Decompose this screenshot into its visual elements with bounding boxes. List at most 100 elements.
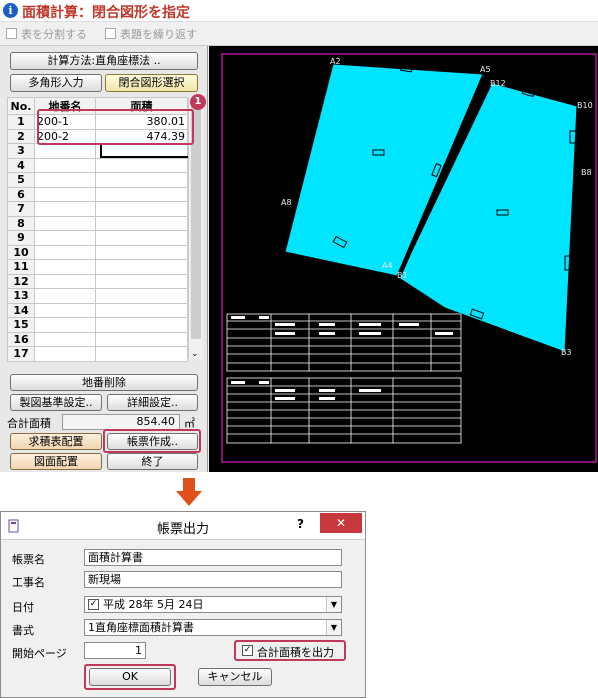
date-picker[interactable]: ✓ 平成 28年 5月 24日 ▼ (84, 596, 342, 613)
repeat-header-checkbox[interactable] (105, 28, 116, 39)
cell-name[interactable] (34, 157, 96, 173)
cell-no: 2 (7, 128, 35, 144)
project-input[interactable]: 新現場 (84, 571, 342, 588)
cell-name[interactable] (34, 201, 96, 217)
cell-no: 10 (7, 244, 35, 260)
table-row[interactable]: 15 (7, 317, 188, 333)
table-row[interactable]: 17 (7, 346, 188, 362)
polygon-input-button[interactable]: 多角形入力 (10, 74, 102, 92)
drawing-settings-button[interactable]: 製図基準設定.. (10, 394, 102, 411)
cell-no: 3 (7, 143, 35, 159)
window-titlebar: i 面積計算：閉合図形を指定 (0, 0, 598, 22)
cell-area[interactable] (95, 288, 188, 304)
cell-no: 9 (7, 230, 35, 246)
table-row[interactable]: 4 (7, 157, 188, 173)
table-row[interactable]: 8 (7, 215, 188, 231)
cad-drawing (221, 53, 597, 463)
cell-area[interactable] (95, 244, 188, 260)
cell-name[interactable] (34, 273, 96, 289)
cell-name[interactable] (34, 172, 96, 188)
chevron-down-icon[interactable]: ▼ (326, 620, 341, 635)
window-title: 面積計算：閉合図形を指定 (22, 5, 190, 21)
cell-no: 15 (7, 317, 35, 333)
cad-canvas[interactable]: A2 A5 B12 B10 B8 B3 A8 A4 B1 (209, 46, 598, 472)
cell-area[interactable] (95, 157, 188, 173)
cell-no: 6 (7, 186, 35, 202)
table-row[interactable]: 5 (7, 172, 188, 188)
closed-select-button[interactable]: 閉合図形選択 (105, 74, 198, 92)
date-checkbox[interactable]: ✓ (88, 599, 99, 610)
cell-area[interactable] (95, 172, 188, 188)
cell-name[interactable] (34, 259, 96, 275)
cell-no: 7 (7, 201, 35, 217)
cell-name[interactable] (34, 230, 96, 246)
form-name-input[interactable]: 面積計算書 (84, 549, 342, 566)
cell-area[interactable] (95, 230, 188, 246)
table-row[interactable]: 11 (7, 259, 188, 275)
detail-settings-button[interactable]: 詳細設定.. (107, 394, 198, 411)
table-row[interactable]: 9 (7, 230, 188, 246)
exit-button[interactable]: 終了 (107, 453, 198, 470)
table-row[interactable]: 12 (7, 273, 188, 289)
help-button[interactable]: ? (297, 517, 304, 531)
cell-area[interactable] (95, 273, 188, 289)
rows-highlight (37, 109, 194, 145)
table-row[interactable]: 13 (7, 288, 188, 304)
table-row[interactable]: 6 (7, 186, 188, 202)
dialog-titlebar: 帳票出力 ? ✕ (1, 512, 365, 540)
cell-no: 16 (7, 331, 35, 347)
cell-name[interactable] (34, 215, 96, 231)
cell-no: 13 (7, 288, 35, 304)
start-page-input[interactable]: 1 (84, 642, 146, 659)
point-label: A5 (480, 65, 491, 74)
chevron-down-icon[interactable]: ▼ (326, 597, 341, 612)
dialog-title: 帳票出力 (156, 522, 209, 537)
cell-no: 17 (7, 346, 35, 362)
down-arrow-icon (176, 478, 202, 506)
total-area-value: 854.40 (62, 414, 180, 430)
area-calc-window: i 面積計算：閉合図形を指定 表を分割する 表題を繰り返す 計算方法:直角座標法… (0, 0, 598, 472)
cell-name[interactable] (34, 346, 96, 362)
total-output-label: 合計面積を出力 (257, 646, 334, 659)
cell-area[interactable] (95, 346, 188, 362)
scroll-down-icon[interactable]: ⌄ (191, 349, 199, 359)
cell-area[interactable] (95, 259, 188, 275)
cell-area[interactable] (95, 317, 188, 333)
start-page-label: 開始ページ (12, 647, 67, 660)
point-label: B8 (581, 168, 592, 177)
cancel-button[interactable]: キャンセル (198, 668, 272, 686)
area-table-button[interactable]: 求積表配置 (10, 433, 102, 450)
table-row[interactable]: 10 (7, 244, 188, 260)
cell-name[interactable] (34, 288, 96, 304)
cell-name[interactable] (34, 143, 96, 159)
point-label: A4 (382, 261, 393, 270)
total-output-checkbox[interactable]: ✓ (242, 645, 253, 656)
repeat-header-label: 表題を繰り返す (120, 28, 197, 41)
table-row[interactable]: 16 (7, 331, 188, 347)
cell-name[interactable] (34, 317, 96, 333)
cell-area[interactable] (95, 331, 188, 347)
calc-method-button[interactable]: 計算方法:直角座標法 .. (10, 52, 198, 70)
close-button[interactable]: ✕ (320, 513, 362, 533)
table-row[interactable]: 14 (7, 302, 188, 318)
project-label: 工事名 (12, 576, 45, 589)
cell-area[interactable] (95, 215, 188, 231)
point-label: A2 (330, 57, 341, 66)
cell-area[interactable] (95, 186, 188, 202)
cell-area[interactable] (95, 302, 188, 318)
cell-area[interactable] (95, 201, 188, 217)
option-bar: 表を分割する 表題を繰り返す (0, 22, 598, 46)
split-table-checkbox[interactable] (6, 28, 17, 39)
ok-button[interactable]: OK (89, 668, 171, 686)
drawing-place-button[interactable]: 図面配置 (10, 453, 102, 470)
table-row[interactable]: 7 (7, 201, 188, 217)
format-select[interactable]: 1直角座標面積計算書 ▼ (84, 619, 342, 636)
cell-name[interactable] (34, 186, 96, 202)
cell-name[interactable] (34, 302, 96, 318)
cell-no: 8 (7, 215, 35, 231)
cell-name[interactable] (34, 244, 96, 260)
point-label: B10 (577, 101, 593, 110)
callout-badge: 1 (190, 94, 206, 110)
cell-name[interactable] (34, 331, 96, 347)
delete-lot-button[interactable]: 地番削除 (10, 374, 198, 391)
